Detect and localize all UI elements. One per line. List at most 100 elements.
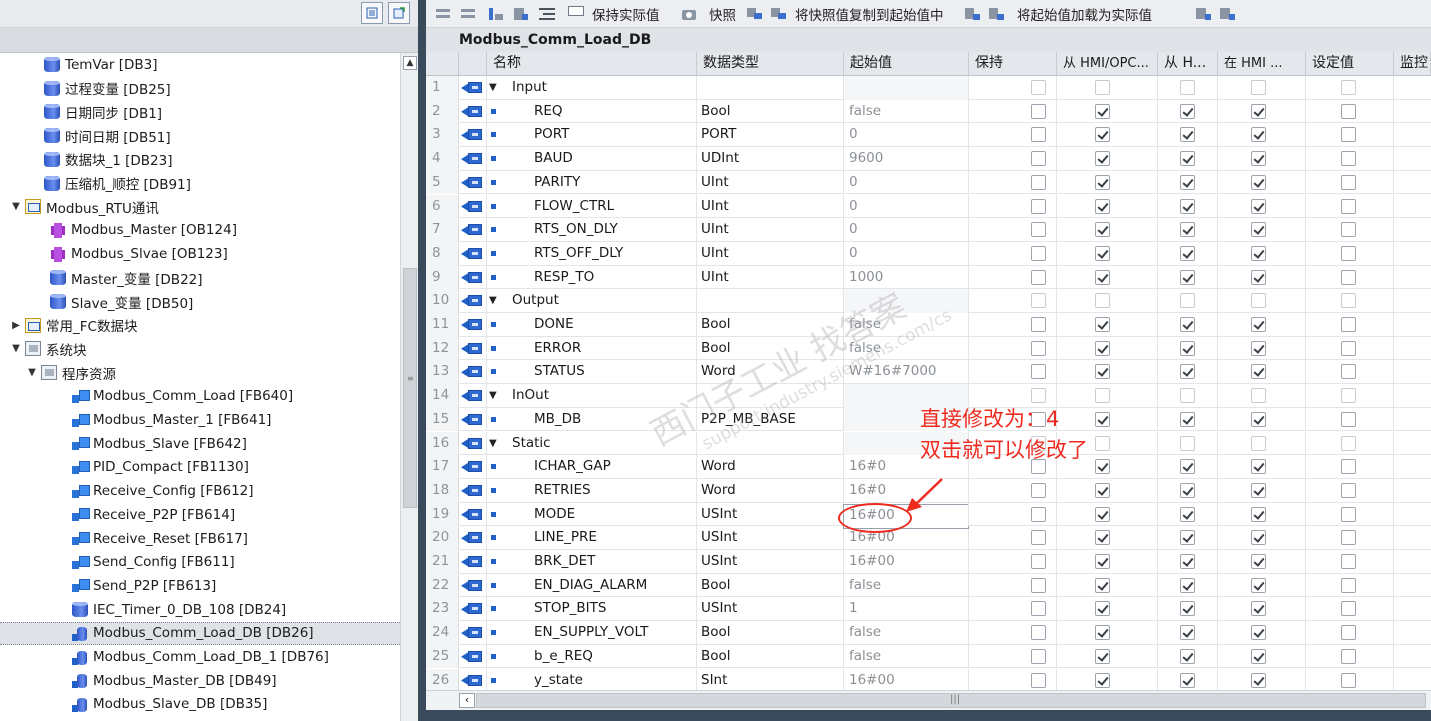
start-value-cell[interactable]: W#16#7000 [844, 360, 969, 385]
name-cell[interactable]: EN_DIAG_ALARM [487, 573, 697, 598]
name-cell[interactable]: LINE_PRE [487, 526, 697, 550]
in-hmi-checkbox[interactable] [1251, 388, 1266, 404]
start-value-cell[interactable] [844, 76, 969, 100]
table-row[interactable]: 26 y_state SInt 16#00 [426, 668, 1431, 690]
tree-item[interactable]: Receive_Config [FB612] [0, 480, 400, 503]
table-row[interactable]: 1 ▼ Input [426, 76, 1431, 100]
table-row[interactable]: 8 RTS_OFF_DLY UInt 0 [426, 241, 1431, 266]
expanded-arrow-icon[interactable]: ▼ [489, 289, 497, 312]
table-row[interactable]: 12 ERROR Bool false [426, 336, 1431, 361]
setpoint-checkbox[interactable] [1341, 601, 1356, 617]
in-hmi-checkbox[interactable] [1251, 245, 1266, 261]
row-number[interactable]: 15 [426, 407, 459, 432]
hmi-opc-checkbox[interactable] [1095, 269, 1110, 285]
setpoint-checkbox[interactable] [1341, 625, 1356, 641]
load-start-as-actual-button[interactable]: 将起始值加载为实际值 [1017, 4, 1152, 24]
tree-item[interactable]: Modbus_Comm_Load_DB [DB26] [0, 621, 400, 645]
from-hmi-checkbox[interactable] [1180, 269, 1195, 285]
setpoint-checkbox[interactable] [1341, 80, 1356, 95]
table-row[interactable]: 7 RTS_ON_DLY UInt 0 [426, 218, 1431, 242]
start-value-cell[interactable]: 0 [844, 241, 969, 266]
datatype-cell[interactable]: UInt [697, 194, 844, 219]
start-value-cell[interactable]: false [844, 99, 969, 124]
tree-item[interactable]: 数据块_1 [DB23] [0, 148, 400, 171]
in-hmi-checkbox[interactable] [1251, 530, 1266, 546]
datatype-cell[interactable]: Bool [697, 336, 844, 361]
datatype-cell[interactable]: Bool [697, 313, 844, 337]
datatype-cell[interactable]: UInt [697, 265, 844, 290]
setpoint-checkbox[interactable] [1341, 293, 1356, 309]
tree-item[interactable]: ▶ 常用_FC数据块 [0, 314, 400, 337]
tree-item[interactable]: TemVar [DB3] [0, 53, 400, 76]
from-hmi-checkbox[interactable] [1180, 103, 1195, 119]
tree-item[interactable]: ▼ 程序资源 [0, 361, 400, 384]
hmi-opc-checkbox[interactable] [1095, 625, 1110, 641]
in-hmi-checkbox[interactable] [1251, 340, 1266, 356]
setpoint-checkbox[interactable] [1341, 198, 1356, 214]
setpoint-checkbox[interactable] [1341, 648, 1356, 664]
retain-checkbox[interactable] [1031, 530, 1046, 546]
retain-checkbox[interactable] [1031, 577, 1046, 593]
start-value-cell[interactable]: false [844, 573, 969, 598]
name-cell[interactable]: STOP_BITS [487, 597, 697, 622]
in-hmi-checkbox[interactable] [1251, 103, 1266, 119]
name-cell[interactable]: ▼ Output [487, 289, 697, 313]
datatype-cell[interactable]: PORT [697, 123, 844, 148]
expanded-arrow-icon[interactable]: ▼ [489, 76, 497, 99]
scroll-up-icon[interactable]: ▲ [403, 56, 417, 70]
retain-checkbox[interactable] [1031, 293, 1046, 309]
hmi-opc-checkbox[interactable] [1095, 388, 1110, 404]
datatype-cell[interactable] [697, 431, 844, 456]
start-value-copy-icon[interactable] [989, 6, 1005, 22]
datatype-cell[interactable]: USInt [697, 526, 844, 550]
name-cell[interactable]: y_state [487, 668, 697, 690]
row-number[interactable]: 19 [426, 502, 459, 527]
tree-item[interactable]: ▼ Modbus_RTU通讯 [0, 195, 400, 218]
from-hmi-checkbox[interactable] [1180, 459, 1195, 475]
start-value-cell[interactable]: 1 [844, 597, 969, 622]
retain-checkbox[interactable] [1031, 103, 1046, 119]
hmi-opc-checkbox[interactable] [1095, 293, 1110, 309]
in-hmi-checkbox[interactable] [1251, 577, 1266, 593]
name-cell[interactable]: REQ [487, 99, 697, 124]
name-cell[interactable]: BRK_DET [487, 550, 697, 574]
column-header-monitor[interactable]: 监控 [1394, 52, 1431, 76]
name-cell[interactable]: RETRIES [487, 478, 697, 503]
name-cell[interactable]: b_e_REQ [487, 644, 697, 669]
monitor-icon[interactable] [1220, 6, 1236, 22]
hmi-opc-checkbox[interactable] [1095, 80, 1110, 95]
name-cell[interactable]: DONE [487, 313, 697, 337]
from-hmi-checkbox[interactable] [1180, 530, 1195, 546]
retain-checkbox[interactable] [1031, 340, 1046, 356]
in-hmi-checkbox[interactable] [1251, 269, 1266, 285]
start-value-cell[interactable]: false [844, 621, 969, 645]
tree-item[interactable]: Modbus_Master_DB [DB49] [0, 669, 400, 692]
row-number[interactable]: 8 [426, 241, 459, 266]
from-hmi-checkbox[interactable] [1180, 554, 1195, 569]
from-hmi-checkbox[interactable] [1180, 506, 1195, 522]
setpoint-checkbox[interactable] [1341, 364, 1356, 380]
retain-checkbox[interactable] [1031, 198, 1046, 214]
retain-checkbox[interactable] [1031, 625, 1046, 641]
in-hmi-checkbox[interactable] [1251, 174, 1266, 190]
hmi-opc-checkbox[interactable] [1095, 601, 1110, 617]
datatype-cell[interactable] [697, 76, 844, 100]
name-cell[interactable]: ▼ Static [487, 431, 697, 456]
in-hmi-checkbox[interactable] [1251, 127, 1266, 143]
copy-snapshot-to-start-button[interactable]: 将快照值复制到起始值中 [795, 4, 944, 24]
in-hmi-checkbox[interactable] [1251, 554, 1266, 569]
in-hmi-checkbox[interactable] [1251, 411, 1266, 427]
setpoint-checkbox[interactable] [1341, 151, 1356, 167]
retain-checkbox[interactable] [1031, 269, 1046, 285]
column-header-start-value[interactable]: 起始值 [844, 52, 969, 76]
row-number[interactable]: 16 [426, 431, 459, 456]
table-row[interactable]: 22 EN_DIAG_ALARM Bool false [426, 573, 1431, 598]
setpoint-checkbox[interactable] [1341, 530, 1356, 546]
row-number[interactable]: 21 [426, 550, 459, 574]
row-number[interactable]: 17 [426, 455, 459, 479]
hmi-opc-checkbox[interactable] [1095, 411, 1110, 427]
table-row[interactable]: 10 ▼ Output [426, 289, 1431, 313]
start-value-cell[interactable]: 16#00 [844, 668, 969, 690]
overview-button[interactable] [361, 2, 383, 24]
table-row[interactable]: 9 RESP_TO UInt 1000 [426, 265, 1431, 290]
